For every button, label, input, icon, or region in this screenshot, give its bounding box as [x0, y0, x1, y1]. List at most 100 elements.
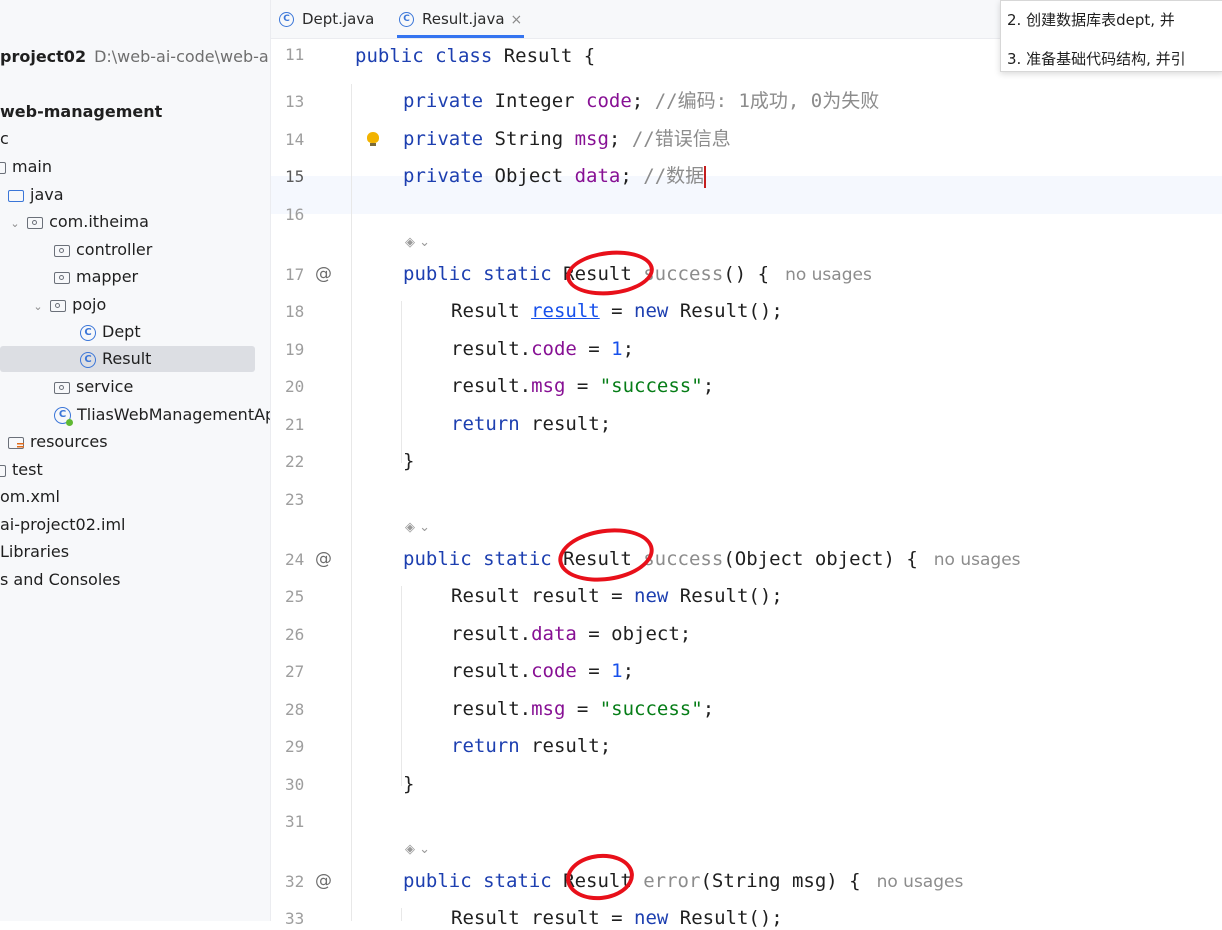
class-icon: C: [279, 12, 294, 27]
indent-guide: [401, 301, 402, 463]
line-number: 13: [285, 92, 305, 111]
line-number: 18: [285, 302, 305, 321]
tree-scratches-consoles-label: s and Consoles: [0, 570, 121, 589]
tree-pom-xml[interactable]: om.xml: [0, 484, 60, 510]
tree-class-result[interactable]: C Result: [0, 346, 255, 372]
code-line-30: }: [403, 773, 415, 795]
line-number: 25: [285, 587, 305, 606]
tree-class-application-label: TliasWebManagementAp: [77, 405, 271, 424]
chevron-down-icon[interactable]: ⌄: [8, 211, 22, 237]
annotation-circle: [563, 246, 657, 300]
no-usages-hint[interactable]: no usages: [934, 550, 1021, 570]
code-line-14: private String msg; //错误信息: [403, 128, 731, 150]
line-number: 33: [285, 909, 305, 928]
tree-package-controller[interactable]: controller: [54, 237, 152, 263]
line-number: 11: [285, 45, 305, 64]
code-line-24: public static Result success(Object obje…: [403, 548, 1021, 570]
tree-class-dept[interactable]: C Dept: [80, 319, 141, 345]
tree-package-service[interactable]: service: [54, 374, 133, 400]
tree-package-controller-label: controller: [76, 240, 153, 259]
lightbulb-icon[interactable]: [367, 132, 379, 146]
tree-package-com-itheima[interactable]: ⌄ com.itheima: [8, 209, 149, 235]
code-line-25: Result result = new Result();: [451, 585, 783, 607]
code-line-19: result.code = 1;: [451, 338, 635, 360]
tree-src-label: c: [0, 129, 9, 148]
code-line-22: }: [403, 450, 415, 472]
tree-resources-label: resources: [30, 432, 108, 451]
tab-result-java[interactable]: C Result.java ×: [397, 0, 525, 38]
line-number: 23: [285, 490, 305, 509]
line-number: 21: [285, 415, 305, 434]
chevron-down-icon[interactable]: ⌄: [31, 294, 45, 320]
indent-guide: [401, 908, 402, 921]
package-icon: [54, 271, 70, 284]
annotation-circle: [563, 850, 637, 904]
tree-iml-file[interactable]: ai-project02.iml: [0, 512, 125, 538]
tree-package-mapper-label: mapper: [76, 267, 139, 286]
line-number: 28: [285, 700, 305, 719]
tree-module[interactable]: web-management: [0, 99, 162, 125]
tree-iml-file-label: ai-project02.iml: [0, 515, 126, 534]
line-number: 15: [285, 167, 305, 186]
line-number: 20: [285, 377, 305, 396]
tree-package-pojo-label: pojo: [72, 295, 107, 314]
tree-pom-xml-label: om.xml: [0, 487, 60, 506]
code-line-29: return result;: [451, 735, 612, 757]
line-number: 14: [285, 130, 305, 149]
project-sidebar: project02 D:\web-ai-code\web-ai- web-mana…: [0, 0, 271, 921]
line-number: 22: [285, 452, 305, 471]
override-at-icon[interactable]: @: [315, 550, 333, 568]
code-line-28: result.msg = "success";: [451, 698, 715, 720]
code-line-33: Result result = new Result();: [451, 907, 783, 929]
code-vision-icon[interactable]: ◈ ⌄: [405, 842, 430, 857]
class-icon: C: [80, 324, 96, 341]
tree-test[interactable]: test: [0, 457, 43, 483]
code-line-18: Result result = new Result();: [451, 300, 783, 322]
code-line-15: private Object data; //数据: [403, 165, 707, 188]
project-root[interactable]: project02 D:\web-ai-code\web-ai-: [0, 44, 271, 70]
project-path: D:\web-ai-code\web-ai-: [94, 47, 271, 66]
code-line-21: return result;: [451, 413, 612, 435]
tree-main[interactable]: main: [0, 154, 52, 180]
tree-resources[interactable]: resources: [8, 429, 108, 455]
task-note-line: 2. 创建数据库表dept, 并: [1007, 11, 1175, 29]
task-note-line: 3. 准备基础代码结构, 并引: [1007, 50, 1186, 68]
tree-class-application[interactable]: C TliasWebManagementAp: [54, 402, 271, 428]
folder-icon: [0, 464, 6, 477]
line-number: 26: [285, 625, 305, 644]
close-icon[interactable]: ×: [511, 12, 523, 28]
code-line-13: private Integer code; //编码: 1成功, 0为失败: [403, 90, 880, 112]
tab-dept-java-label: Dept.java: [302, 10, 375, 28]
class-icon: C: [399, 12, 414, 27]
code-vision-icon[interactable]: ◈ ⌄: [405, 235, 430, 250]
tree-package-pojo[interactable]: ⌄ pojo: [31, 292, 106, 318]
code-editor[interactable]: 11 13 14 15 16 17 18 19 20 21 22 23 24 2…: [271, 39, 1222, 929]
tree-class-result-label: Result: [102, 349, 152, 368]
resources-folder-icon: [8, 436, 24, 449]
line-number: 31: [285, 812, 305, 831]
annotation-circle: [554, 522, 658, 588]
no-usages-hint[interactable]: no usages: [877, 872, 964, 892]
tree-external-libraries[interactable]: Libraries: [0, 539, 69, 565]
tree-scratches-consoles[interactable]: s and Consoles: [0, 567, 120, 593]
tree-package-mapper[interactable]: mapper: [54, 264, 138, 290]
tree-main-label: main: [12, 157, 52, 176]
tab-dept-java[interactable]: C Dept.java: [279, 0, 374, 38]
tree-src[interactable]: c: [0, 126, 9, 152]
package-icon: [54, 381, 70, 394]
line-number: 19: [285, 340, 305, 359]
tree-java-label: java: [30, 185, 64, 204]
package-icon: [54, 244, 70, 257]
no-usages-hint[interactable]: no usages: [785, 265, 872, 285]
line-number: 27: [285, 662, 305, 681]
override-at-icon[interactable]: @: [315, 872, 333, 890]
tree-class-dept-label: Dept: [102, 322, 141, 341]
line-number: 29: [285, 737, 305, 756]
code-vision-icon[interactable]: ◈ ⌄: [405, 520, 430, 535]
tree-java[interactable]: java: [8, 182, 64, 208]
folder-icon: [0, 161, 6, 174]
class-icon: C: [80, 351, 96, 368]
indent-guide: [351, 84, 352, 921]
override-at-icon[interactable]: @: [315, 265, 333, 283]
task-notes-popup: 2. 创建数据库表dept, 并 3. 准备基础代码结构, 并引: [1000, 0, 1222, 72]
